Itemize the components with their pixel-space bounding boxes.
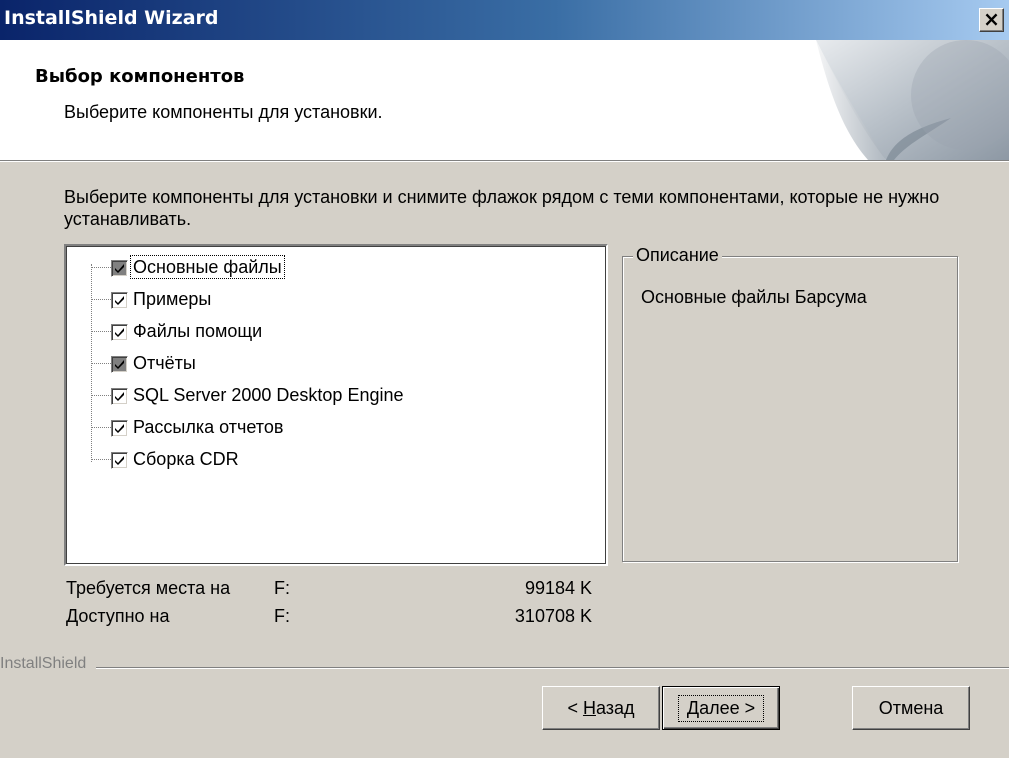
space-required-label: Требуется места на xyxy=(66,578,231,598)
page-curl-graphic xyxy=(816,40,1009,160)
wizard-header: Выбор компонентов Выберите компоненты дл… xyxy=(0,40,1009,160)
title-bar[interactable]: InstallShield Wizard × xyxy=(0,0,1009,40)
tree-branch-line xyxy=(91,363,111,364)
brand-label: InstallShield xyxy=(0,655,93,673)
tree-branch-line xyxy=(91,427,111,428)
next-button-label: Далее > xyxy=(677,694,765,722)
instructions-text: Выберите компоненты для установки и сним… xyxy=(64,187,940,229)
checkbox-partial[interactable] xyxy=(111,356,128,373)
checkmark-icon xyxy=(115,264,124,273)
header-separator-highlight xyxy=(0,161,1009,162)
tree-item-label: Основные файлы xyxy=(130,255,285,279)
page-subtitle: Выберите компоненты для установки. xyxy=(64,102,383,122)
checkbox-checked[interactable] xyxy=(111,388,128,405)
tree-item-label: Рассылка отчетов xyxy=(133,417,284,437)
checkmark-icon xyxy=(115,328,124,337)
checkbox-partial[interactable] xyxy=(111,260,128,277)
window-title: InstallShield Wizard xyxy=(4,7,219,29)
checkbox-checked[interactable] xyxy=(111,452,128,469)
tree-item-label: Отчёты xyxy=(133,353,196,373)
tree-branch-line xyxy=(91,267,111,268)
close-button[interactable]: × xyxy=(979,8,1004,32)
tree-branch-line xyxy=(91,459,111,460)
tree-item-label: Файлы помощи xyxy=(133,321,263,341)
tree-item-label: Сборка CDR xyxy=(133,449,239,469)
brand-separator-highlight xyxy=(96,668,1009,669)
checkbox-checked[interactable] xyxy=(111,324,128,341)
checkmark-icon xyxy=(115,296,124,305)
tree-branch-line xyxy=(91,299,111,300)
cancel-button-label: Отмена xyxy=(878,697,944,718)
components-tree[interactable]: Основные файлы Примеры Файлы помощи Отчё… xyxy=(64,244,608,566)
close-icon: × xyxy=(983,7,1000,31)
checkmark-icon xyxy=(115,424,124,433)
checkmark-icon xyxy=(115,360,124,369)
tree-item-label: Примеры xyxy=(133,289,212,309)
description-legend: Описание xyxy=(633,245,722,266)
checkmark-icon xyxy=(115,392,124,401)
tree-branch-line xyxy=(91,331,111,332)
page-title: Выбор компонентов xyxy=(35,66,245,87)
tree-branch-line xyxy=(91,395,111,396)
space-available-drive: F: xyxy=(274,606,290,626)
brand-divider: InstallShield xyxy=(0,655,1009,677)
back-button[interactable]: < Назад xyxy=(542,686,660,730)
description-text: Основные файлы Барсума xyxy=(641,287,867,307)
checkbox-checked[interactable] xyxy=(111,420,128,437)
cancel-button[interactable]: Отмена xyxy=(852,686,970,730)
next-button[interactable]: Далее > xyxy=(662,686,780,730)
checkbox-checked[interactable] xyxy=(111,292,128,309)
description-group: Описание Основные файлы Барсума xyxy=(622,245,958,562)
space-required-drive: F: xyxy=(274,578,290,598)
space-required-value: 99184 K xyxy=(524,578,592,598)
checkmark-icon xyxy=(115,456,124,465)
back-button-label: < Назад xyxy=(567,697,635,718)
tree-item-label: SQL Server 2000 Desktop Engine xyxy=(133,385,404,405)
space-available-label: Доступно на xyxy=(66,606,170,626)
space-available-value: 310708 K xyxy=(514,606,592,626)
